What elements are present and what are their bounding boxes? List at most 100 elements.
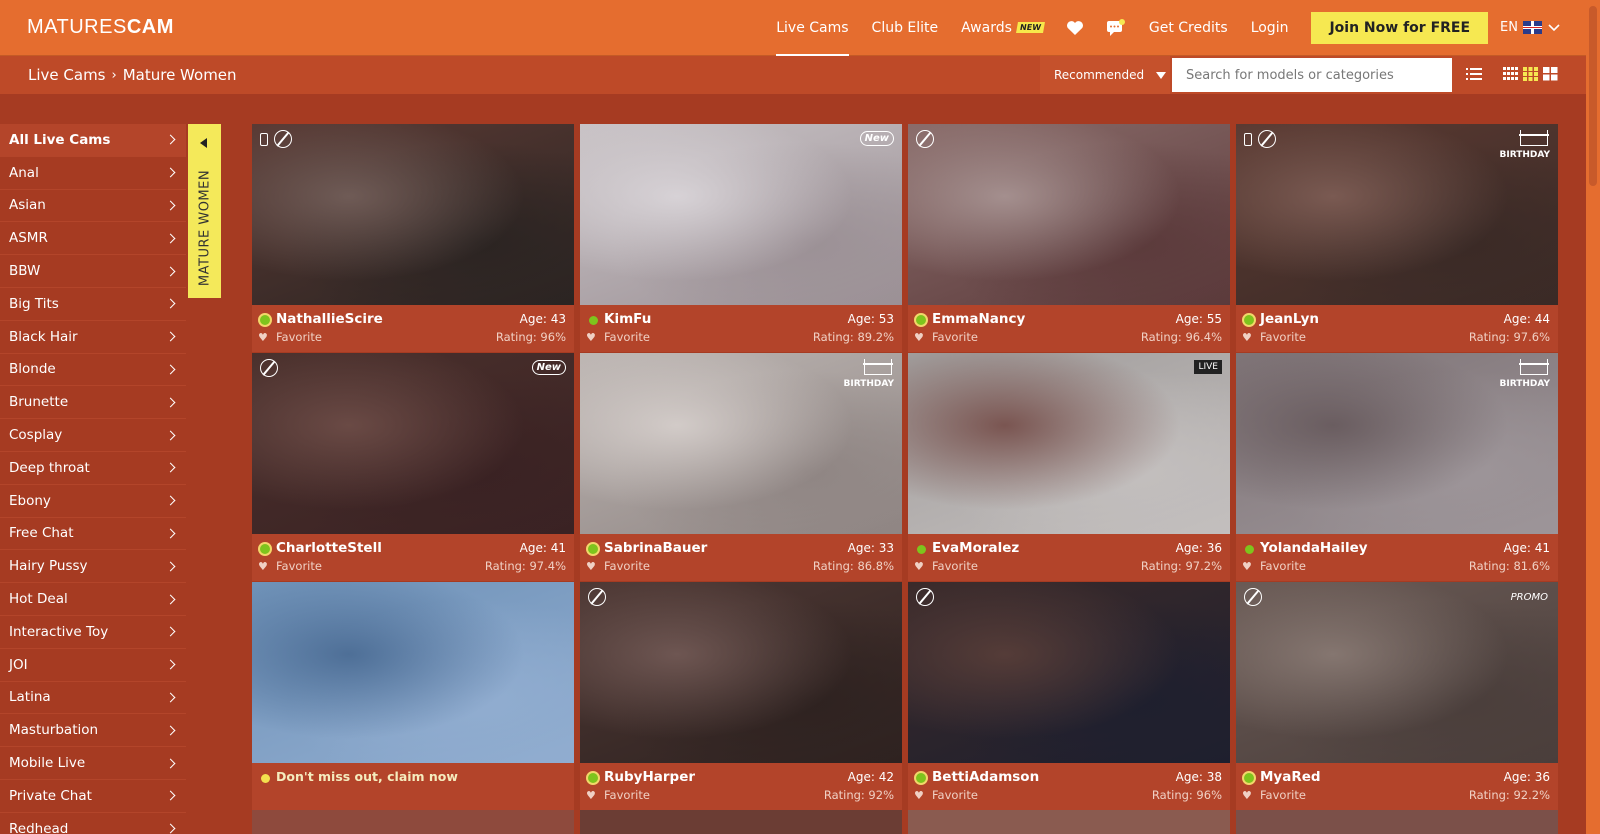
model-thumbnail[interactable]: LIVE [908, 353, 1230, 534]
nav-login[interactable]: Login [1251, 0, 1289, 56]
model-thumbnail[interactable]: New [580, 124, 902, 305]
favorites-heart-icon[interactable] [1065, 18, 1085, 38]
sidebar-item-free-chat[interactable]: Free Chat [0, 517, 186, 551]
sidebar-item-asmr[interactable]: ASMR [0, 222, 186, 256]
site-logo[interactable]: MATURESCAM [27, 16, 174, 39]
favorite-label[interactable]: Favorite [932, 330, 978, 344]
model-card[interactable]: NathallieScire Age: 43 ♥ Favorite Rating: 96… [252, 124, 574, 352]
list-view-icon[interactable] [1466, 67, 1482, 81]
favorite-heart-icon[interactable]: ♥ [258, 560, 268, 573]
model-card[interactable]: PROMO MyaRed Age: 36 ♥ Favorite Rating: 92.2% [1236, 582, 1558, 810]
favorite-label[interactable]: Favorite [932, 788, 978, 802]
model-card[interactable]: New KimFu Age: 53 ♥ Favorite Rating: 89.2% [580, 124, 902, 352]
model-thumbnail[interactable]: BIRTHDAY [1236, 124, 1558, 305]
favorite-label[interactable]: Favorite [1260, 788, 1306, 802]
model-card[interactable]: BIRTHDAY YolandaHailey Age: 41 ♥ Favorite Rat… [1236, 353, 1558, 581]
sidebar-item-anal[interactable]: Anal [0, 156, 186, 190]
nav-live-cams[interactable]: Live Cams [776, 0, 849, 56]
model-thumbnail[interactable] [908, 124, 1230, 305]
model-name[interactable]: YolandaHailey [1260, 540, 1368, 556]
sidebar-item-redhead[interactable]: Redhead [0, 812, 186, 834]
model-name[interactable]: RubyHarper [604, 769, 695, 785]
join-now-button[interactable]: Join Now for FREE [1311, 11, 1489, 44]
scrollbar-thumb[interactable] [1589, 6, 1597, 186]
favorite-heart-icon[interactable]: ♥ [914, 789, 924, 802]
model-name[interactable]: EmmaNancy [932, 311, 1025, 327]
sidebar-item-hot-deal[interactable]: Hot Deal [0, 583, 186, 616]
model-thumbnail[interactable] [580, 582, 902, 763]
page-scrollbar[interactable] [1586, 0, 1600, 834]
messages-chat-icon[interactable] [1106, 18, 1126, 38]
sidebar-item-bbw[interactable]: BBW [0, 255, 186, 288]
sidebar-item-black-hair[interactable]: Black Hair [0, 320, 186, 354]
model-card[interactable]: New CharlotteStell Age: 41 ♥ Favorite Rating:… [252, 353, 574, 581]
model-name[interactable]: BettiAdamson [932, 769, 1039, 785]
claim-offer-text[interactable]: Don't miss out, claim now [276, 769, 458, 784]
model-name[interactable]: NathallieScire [276, 311, 383, 327]
model-name[interactable]: CharlotteStell [276, 540, 382, 556]
model-card[interactable]: BIRTHDAY SabrinaBauer Age: 33 ♥ Favorite Rati… [580, 353, 902, 581]
sidebar-item-brunette[interactable]: Brunette [0, 386, 186, 420]
sidebar-item-interactive-toy[interactable]: Interactive Toy [0, 615, 186, 649]
model-name[interactable]: MyaRed [1260, 769, 1321, 785]
sidebar-item-asian[interactable]: Asian [0, 189, 186, 223]
model-card[interactable]: BettiAdamson Age: 38 ♥ Favorite Rating: 96% [908, 582, 1230, 810]
sidebar-item-private-chat[interactable]: Private Chat [0, 779, 186, 813]
model-name[interactable]: SabrinaBauer [604, 540, 707, 556]
model-card[interactable]: RubyHarper Age: 42 ♥ Favorite Rating: 92% [580, 582, 902, 810]
mature-women-tab[interactable]: MATURE WOMEN [188, 124, 221, 298]
model-thumbnail[interactable] [908, 582, 1230, 763]
favorite-label[interactable]: Favorite [604, 330, 650, 344]
model-name[interactable]: JeanLyn [1260, 311, 1319, 327]
favorite-label[interactable]: Favorite [276, 559, 322, 573]
large-grid-view-icon[interactable] [1543, 67, 1558, 81]
model-thumbnail[interactable]: New [252, 353, 574, 534]
favorite-heart-icon[interactable]: ♥ [586, 331, 596, 344]
favorite-heart-icon[interactable]: ♥ [586, 560, 596, 573]
model-name[interactable]: KimFu [604, 311, 651, 327]
favorite-heart-icon[interactable]: ♥ [1242, 331, 1252, 344]
sidebar-item-latina[interactable]: Latina [0, 681, 186, 715]
sidebar-item-cosplay[interactable]: Cosplay [0, 419, 186, 452]
small-grid-view-icon[interactable] [1503, 67, 1518, 81]
favorite-heart-icon[interactable]: ♥ [586, 789, 596, 802]
favorite-label[interactable]: Favorite [604, 788, 650, 802]
language-selector[interactable]: EN [1500, 20, 1560, 35]
model-thumbnail[interactable]: BIRTHDAY [580, 353, 902, 534]
sidebar-item-joi[interactable]: JOI [0, 648, 186, 682]
sidebar-item-deep-throat[interactable]: Deep throat [0, 451, 186, 485]
favorite-heart-icon[interactable]: ♥ [258, 331, 268, 344]
sidebar-item-big-tits[interactable]: Big Tits [0, 287, 186, 321]
nav-get-credits[interactable]: Get Credits [1149, 0, 1228, 56]
favorite-label[interactable]: Favorite [932, 559, 978, 573]
model-name[interactable]: EvaMoralez [932, 540, 1019, 556]
model-card[interactable]: EmmaNancy Age: 55 ♥ Favorite Rating: 96.4% [908, 124, 1230, 352]
sidebar-item-hairy-pussy[interactable]: Hairy Pussy [0, 550, 186, 584]
search-input[interactable] [1172, 58, 1452, 92]
breadcrumb-root[interactable]: Live Cams [28, 66, 106, 84]
model-thumbnail[interactable]: PROMO [1236, 582, 1558, 763]
sidebar-item-all-live-cams[interactable]: All Live Cams [0, 124, 186, 157]
sidebar-item-ebony[interactable]: Ebony [0, 484, 186, 518]
favorite-heart-icon[interactable]: ♥ [914, 331, 924, 344]
favorite-label[interactable]: Favorite [1260, 330, 1306, 344]
model-card[interactable]: Don't miss out, claim now [252, 582, 574, 810]
sort-dropdown[interactable]: Recommended [1040, 56, 1170, 94]
sidebar-item-blonde[interactable]: Blonde [0, 353, 186, 387]
model-thumbnail[interactable]: BIRTHDAY [1236, 353, 1558, 534]
sidebar-item-mobile-live[interactable]: Mobile Live [0, 747, 186, 780]
sidebar-item-masturbation[interactable]: Masturbation [0, 714, 186, 748]
favorite-label[interactable]: Favorite [1260, 559, 1306, 573]
nav-club-elite[interactable]: Club Elite [872, 0, 939, 56]
nav-awards[interactable]: Awards NEW [961, 0, 1045, 56]
model-card[interactable]: BIRTHDAY JeanLyn Age: 44 ♥ Favorite Rating: 9… [1236, 124, 1558, 352]
favorite-label[interactable]: Favorite [604, 559, 650, 573]
favorite-heart-icon[interactable]: ♥ [1242, 560, 1252, 573]
model-card[interactable]: LIVE EvaMoralez Age: 36 ♥ Favorite Rating: 97… [908, 353, 1230, 581]
favorite-heart-icon[interactable]: ♥ [1242, 789, 1252, 802]
model-thumbnail[interactable] [252, 124, 574, 305]
favorite-label[interactable]: Favorite [276, 330, 322, 344]
favorite-heart-icon[interactable]: ♥ [914, 560, 924, 573]
model-thumbnail[interactable] [252, 582, 574, 763]
medium-grid-view-icon[interactable] [1523, 67, 1538, 81]
